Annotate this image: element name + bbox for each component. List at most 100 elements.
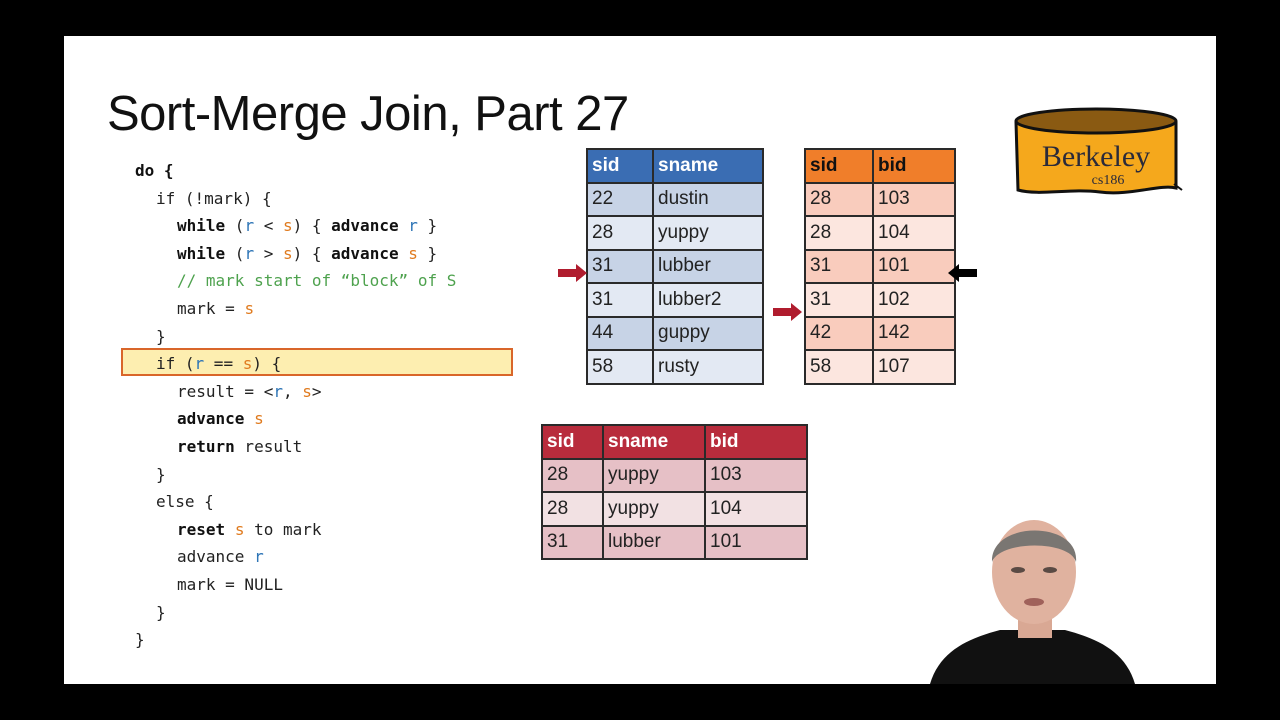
table-row: 28 104 [804,215,956,251]
logo-text: Berkeley [1042,140,1150,173]
logo-subtext: cs186 [1092,173,1125,188]
table-cell: 31 [804,248,874,284]
table-row: 28 yuppy [586,215,764,251]
code-line: result = <r, s> [135,378,456,406]
code-token: while [177,216,226,236]
code-token: advance [177,409,245,429]
slide-title: Sort-Merge Join, Part 27 [107,87,629,141]
code-token: r [273,381,283,401]
table-cell: yuppy [602,491,706,527]
code-token: r [244,243,255,263]
code-token: else { [156,492,214,512]
code-token: s [302,381,312,401]
table-cell: 101 [872,248,956,284]
code-token: > [254,243,283,263]
code-token: mark = [177,298,245,318]
slide: Sort-Merge Join, Part 27 do { if (!mark) … [64,36,1216,684]
code-line: advance s [135,405,456,433]
code-token: s [254,409,264,429]
code-token: to mark [244,519,322,539]
presenter-video [930,520,1135,684]
table-row: 31 lubber2 [586,282,764,318]
table-cell: 31 [804,282,874,318]
table-cell: 102 [872,282,956,318]
code-token: s [408,243,418,263]
code-token: do { [135,161,174,180]
code-token: // mark start of “block” of S [177,271,457,291]
code-token: advance [331,216,399,236]
column-header: sid [804,148,874,184]
code-line: advance r [135,543,456,571]
table-cell: 58 [804,349,874,385]
code-token: ) { [252,354,282,374]
code-token: r [254,547,264,567]
table-cell: 28 [804,215,874,251]
s-pointer-arrow-icon [773,303,802,321]
table-row: 31 lubber [586,248,764,284]
table-cell: lubber [602,524,706,560]
code-token: r [244,216,255,236]
code-token: r [194,354,205,374]
table-cell: yuppy [652,215,764,251]
table-cell: 28 [804,181,874,217]
table-cell: 28 [541,491,604,527]
code-token: ) { [292,216,332,236]
table-row: 28 103 [804,181,956,217]
table-row: 58 107 [804,349,956,385]
code-token: reset [177,519,226,539]
code-token: return [177,436,235,456]
table-cell: 101 [704,524,808,560]
code-token: } [135,630,145,650]
code-line-highlighted: if (r == s) { [135,350,456,378]
code-token: } [156,602,166,622]
column-header: bid [704,424,808,460]
code-token: result [234,436,303,456]
table-cell: 103 [872,181,956,217]
code-token: , [282,381,303,401]
code-line: } [135,599,456,627]
table-cell: 42 [804,315,874,351]
code-token: s [242,354,253,374]
table-row: 28 yuppy 104 [541,491,808,527]
code-token: > [311,381,322,401]
code-line: while (r > s) { advance s } [135,240,456,268]
code-token: == [204,354,243,374]
code-line: // mark start of “block” of S [135,267,456,295]
table-cell: 104 [704,491,808,527]
table-cell: 142 [872,315,956,351]
code-line: if (!mark) { [135,185,456,213]
column-header: sname [652,148,764,184]
table-cell: guppy [652,315,764,351]
column-header: sname [602,424,706,460]
table-cell: 28 [541,457,604,493]
code-token: result = < [177,381,274,401]
code-token: s [282,243,293,263]
code-token: while [177,243,226,263]
table-cell: 22 [586,181,654,217]
table-row: 31 lubber 101 [541,524,808,560]
table-cell: 31 [586,248,654,284]
code-token: s [244,298,255,318]
code-line: while (r < s) { advance r } [135,212,456,240]
code-token: if ( [156,354,195,374]
code-token: ( [225,216,245,236]
table-row: 58 rusty [586,349,764,385]
mark-pointer-arrow-icon [948,264,977,282]
column-header: sid [586,148,654,184]
table-cell: dustin [652,181,764,217]
table-cell: 31 [586,282,654,318]
r-pointer-arrow-icon [558,264,587,282]
table-cell: 104 [872,215,956,251]
table-row: 22 dustin [586,181,764,217]
code-token: < [254,216,283,236]
code-token: advance [177,547,255,567]
code-line: reset s to mark [135,516,456,544]
table-cell: 31 [541,524,604,560]
code-token: ) { [292,243,332,263]
table-row: 31 101 [804,248,956,284]
code-token: } [156,464,166,484]
table-row: 31 102 [804,282,956,318]
code-token: mark = NULL [177,574,283,594]
